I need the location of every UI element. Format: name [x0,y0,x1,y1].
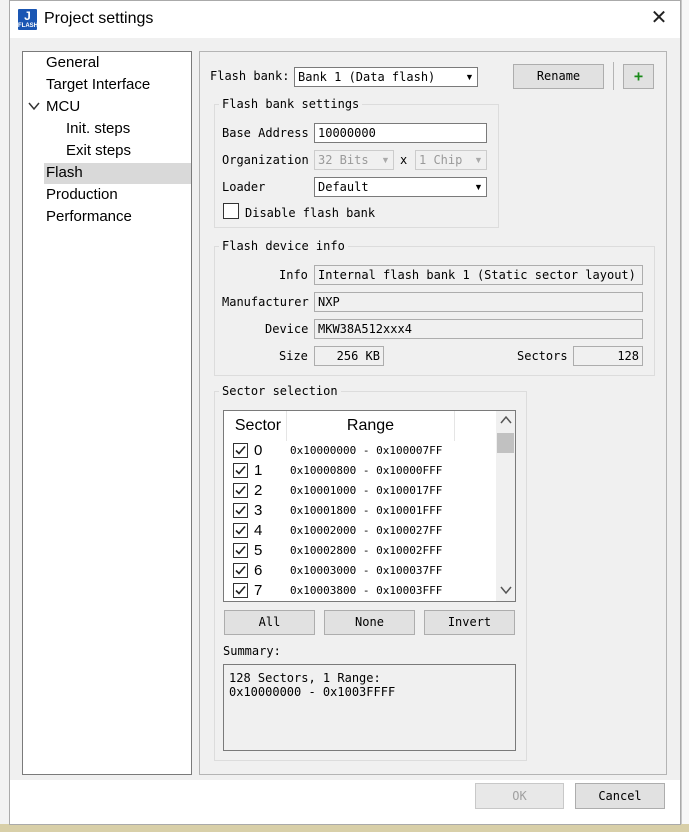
size-label: Size [279,349,308,363]
select-all-button[interactable]: All [224,610,315,635]
sector-number: 4 [254,522,263,539]
sector-range: 0x10003000 - 0x100037FF [290,564,443,577]
table-row[interactable]: 4 0x10002000 - 0x100027FF [224,521,496,541]
sector-checkbox[interactable] [233,443,248,458]
flash-device-info-title: Flash device info [219,239,348,253]
flash-bank-settings-title: Flash bank settings [219,97,363,111]
background-window-right [681,0,689,832]
dialog-title: Project settings [44,10,154,27]
sector-checkbox[interactable] [233,483,248,498]
sector-checkbox[interactable] [233,563,248,578]
table-row[interactable]: 5 0x10002800 - 0x10002FFF [224,541,496,561]
base-address-input[interactable]: 10000000 [314,123,487,143]
chevron-down-icon: ▼ [474,182,483,192]
loader-select[interactable]: Default [314,177,487,197]
settings-nav-tree [22,51,192,775]
chevron-down-icon: ▼ [474,155,483,165]
sector-range: 0x10001800 - 0x10001FFF [290,504,443,517]
disable-flash-bank-label: Disable flash bank [245,206,376,220]
sector-number: 5 [254,542,263,559]
sector-checkbox[interactable] [233,543,248,558]
device-label: Device [265,322,309,336]
summary-line: 128 Sectors, 1 Range: [229,671,381,685]
sector-range: 0x10003800 - 0x10003FFF [290,584,443,597]
sector-range: 0x10002800 - 0x10002FFF [290,544,443,557]
sector-number: 6 [254,562,263,579]
sector-range: 0x10000000 - 0x100007FF [290,444,443,457]
toolbar-divider [613,62,614,90]
add-bank-button[interactable]: + [623,64,654,89]
summary-line: 0x10000000 - 0x1003FFFF [229,685,396,699]
sector-number: 7 [254,582,263,599]
info-label: Info [279,268,308,282]
background-window-bottom [0,824,689,832]
jflash-app-icon: J FLASH [18,9,38,30]
close-icon[interactable]: ✕ [648,8,670,30]
sector-range: 0x10002000 - 0x100027FF [290,524,443,537]
nav-item-flash[interactable]: Flash [46,164,83,181]
flash-bank-label: Flash bank: [210,69,290,83]
info-field: Internal flash bank 1 (Static sector lay… [314,265,643,285]
chevron-down-icon: ▼ [465,72,474,82]
sector-checkbox[interactable] [233,463,248,478]
nav-item-mcu[interactable]: MCU [46,98,80,115]
nav-item-performance[interactable]: Performance [46,208,132,225]
sectors-label: Sectors [517,349,568,363]
chevron-down-icon[interactable] [28,100,40,112]
sector-checkbox[interactable] [233,523,248,538]
sector-list-scrollbar[interactable] [496,411,515,601]
select-none-button[interactable]: None [324,610,415,635]
nav-item-production[interactable]: Production [46,186,118,203]
table-row[interactable]: 7 0x10003800 - 0x10003FFF [224,581,496,601]
table-row[interactable]: 6 0x10003000 - 0x100037FF [224,561,496,581]
sector-number: 2 [254,482,263,499]
nav-item-exit-steps[interactable]: Exit steps [66,142,131,159]
loader-label: Loader [222,180,266,194]
nav-item-general[interactable]: General [46,54,99,71]
sector-number: 0 [254,442,263,459]
table-row[interactable]: 3 0x10001800 - 0x10001FFF [224,501,496,521]
chevron-down-icon: ▼ [381,155,390,165]
rename-button[interactable]: Rename [513,64,604,89]
sector-selection-title: Sector selection [219,384,341,398]
manufacturer-label: Manufacturer [222,295,309,309]
organization-label: Organization [222,153,309,167]
sector-range: 0x10000800 - 0x10000FFF [290,464,443,477]
header-divider [454,411,455,441]
disable-flash-bank-checkbox[interactable] [223,203,239,219]
manufacturer-field: NXP [314,292,643,312]
sector-number: 3 [254,502,263,519]
organization-multiply: x [400,153,408,167]
sectors-field: 128 [573,346,643,366]
nav-item-init-steps[interactable]: Init. steps [66,120,130,137]
scroll-up-icon[interactable] [499,415,512,427]
summary-box: 128 Sectors, 1 Range: 0x10000000 - 0x1003… [223,664,516,751]
scroll-thumb[interactable] [497,433,514,453]
table-row[interactable]: 2 0x10001000 - 0x100017FF [224,481,496,501]
sector-range: 0x10001000 - 0x100017FF [290,484,443,497]
nav-item-target-interface[interactable]: Target Interface [46,76,150,93]
column-header-range[interactable]: Range [287,411,454,441]
size-field: 256 KB [314,346,384,366]
sector-checkbox[interactable] [233,583,248,598]
device-field: MKW38A512xxx4 [314,319,643,339]
ok-button[interactable]: OK [475,783,564,809]
summary-label: Summary: [223,644,281,658]
sector-list[interactable]: Sector Range 0 0x10000000 - 0x100007FF 1… [223,410,516,602]
cancel-button[interactable]: Cancel [575,783,665,809]
column-header-sector[interactable]: Sector [230,411,286,441]
sector-number: 1 [254,462,263,479]
invert-selection-button[interactable]: Invert [424,610,515,635]
flash-bank-select[interactable]: Bank 1 (Data flash) [294,67,478,87]
sector-checkbox[interactable] [233,503,248,518]
base-address-label: Base Address [222,126,309,140]
table-row[interactable]: 1 0x10000800 - 0x10000FFF [224,461,496,481]
scroll-down-icon[interactable] [499,585,512,597]
table-row[interactable]: 0 0x10000000 - 0x100007FF [224,441,496,461]
